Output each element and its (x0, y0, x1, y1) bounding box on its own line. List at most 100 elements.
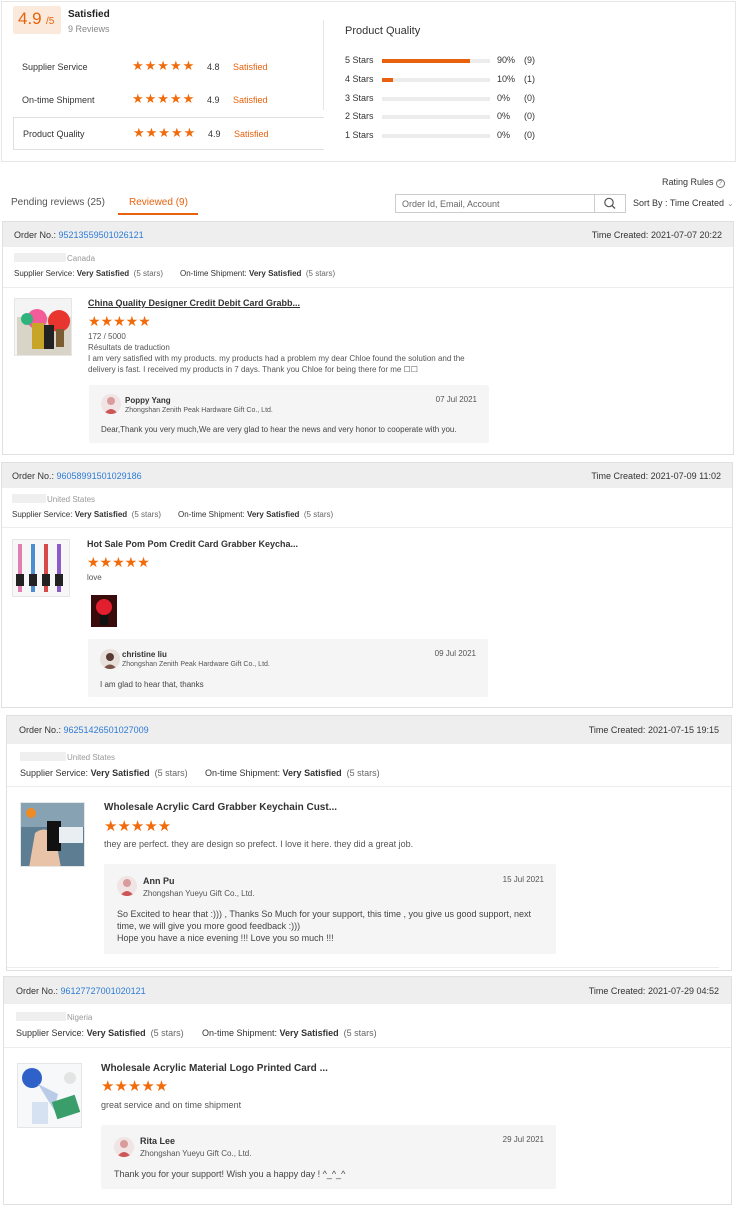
criteria-label: On-time Shipment (22, 95, 95, 105)
avatar (117, 876, 137, 896)
review-photo-image (91, 595, 117, 627)
distribution-percent: 0% (497, 130, 511, 140)
time-created-label: Time Created: (591, 230, 649, 240)
tab-reviewed[interactable]: Reviewed (9) (129, 197, 188, 208)
ontime-shipment-stars: (5 stars) (305, 269, 336, 278)
reply-author-name: Ann Pu (143, 876, 175, 886)
help-icon[interactable]: ? (715, 179, 725, 188)
order-number: Order No.: 96251426501027009 (19, 725, 149, 735)
distribution-row-2: 2 Stars 0% (0) (345, 110, 545, 124)
five-star-rating-icon: ★★★★★ (132, 58, 196, 73)
product-thumbnail[interactable] (14, 298, 72, 356)
time-created-value: 2021-07-29 04:52 (647, 986, 719, 996)
product-image (18, 1064, 81, 1127)
supplier-service-stars: (5 stars) (131, 510, 161, 519)
order-number: Order No.: 96058991501029186 (12, 471, 142, 481)
buyer-country: United States (47, 495, 96, 504)
product-thumbnail[interactable] (20, 802, 85, 867)
order-number-link[interactable]: 96058991501029186 (57, 471, 142, 481)
product-title-link[interactable]: Hot Sale Pom Pom Credit Card Grabber Key… (87, 539, 298, 549)
review-text: I am very satisfied with my products. my… (88, 354, 465, 374)
supplier-service-label: Supplier Service: (20, 768, 89, 778)
buyer-name-masked (16, 1012, 66, 1021)
criteria-status: Satisfied (234, 129, 269, 139)
order-number-label: Order No.: (19, 725, 62, 735)
distribution-percent: 10% (497, 74, 516, 84)
time-created: Time Created: 2021-07-09 11:02 (591, 471, 721, 481)
rating-rules-link[interactable]: Rating Rules? (662, 177, 725, 188)
supplier-service-value: Very Satisfied (90, 768, 150, 778)
ontime-shipment-rating: On-time Shipment: Very Satisfied (5 star… (178, 510, 333, 519)
supplier-reply: Rita Lee Zhongshan Yueyu Gift Co., Ltd. … (101, 1125, 556, 1189)
criteria-row-ontime-shipment[interactable]: On-time Shipment ★★★★★ 4.9 Satisfied (13, 84, 324, 117)
distribution-count: (0) (524, 111, 535, 121)
five-star-rating-icon: ★★★★★ (101, 1078, 169, 1095)
order-number-link[interactable]: 96251426501027009 (64, 725, 149, 735)
supplier-service-rating: Supplier Service: Very Satisfied (5 star… (16, 1028, 184, 1038)
five-star-rating-icon: ★★★★★ (132, 91, 196, 106)
supplier-service-stars: (5 stars) (150, 1028, 184, 1038)
reply-text: Dear,Thank you very much,We are very gla… (101, 425, 457, 434)
criteria-row-product-quality[interactable]: Product Quality ★★★★★ 4.9 Satisfied (13, 117, 324, 150)
reply-company: Zhongshan Zenith Peak Hardware Gift Co.,… (122, 661, 270, 668)
reply-text: So Excited to hear that :))) , Thanks So… (117, 909, 532, 943)
review-text: they are perfect. they are design so pre… (104, 839, 414, 849)
overall-score-badge: 4.9 /5 (13, 6, 61, 34)
criteria-score: 4.8 (207, 62, 220, 72)
product-image (15, 299, 71, 355)
ontime-shipment-label: On-time Shipment: (180, 269, 247, 278)
ontime-shipment-label: On-time Shipment: (205, 768, 281, 778)
reply-company: Zhongshan Yueyu Gift Co., Ltd. (143, 889, 255, 898)
search-button[interactable] (595, 194, 626, 213)
criteria-label: Supplier Service (22, 62, 88, 72)
ontime-shipment-label: On-time Shipment: (202, 1028, 278, 1038)
review-text: great service and on time shipment (101, 1100, 242, 1110)
ontime-shipment-label: On-time Shipment: (178, 510, 245, 519)
time-created-value: 2021-07-09 11:02 (650, 471, 721, 481)
ontime-shipment-rating: On-time Shipment: Very Satisfied (5 star… (205, 768, 380, 778)
ontime-shipment-value: Very Satisfied (282, 768, 342, 778)
review-card: Order No.: 95213559501026121 Time Create… (2, 221, 734, 455)
product-image (13, 540, 69, 596)
sort-by-dropdown[interactable]: Sort By : Time Created ⌄ (633, 198, 734, 208)
search-input[interactable] (396, 195, 595, 212)
review-card: Order No.: 96251426501027009 Time Create… (6, 715, 732, 971)
distribution-row-1: 1 Stars 0% (0) (345, 129, 545, 143)
supplier-reply: christine liu Zhongshan Zenith Peak Hard… (88, 639, 488, 697)
criteria-row-supplier-service[interactable]: Supplier Service ★★★★★ 4.8 Satisfied (13, 51, 324, 84)
review-text: love (87, 573, 102, 582)
divider (2, 527, 732, 528)
distribution-label: 3 Stars (345, 93, 374, 103)
product-thumbnail[interactable] (12, 539, 70, 597)
supplier-service-value: Very Satisfied (86, 1028, 146, 1038)
buyer-country: Nigeria (67, 1013, 93, 1022)
distribution-count: (0) (524, 93, 535, 103)
product-title-link[interactable]: Wholesale Acrylic Card Grabber Keychain … (104, 802, 337, 813)
reply-author-name: christine liu (122, 650, 167, 659)
product-title-link[interactable]: China Quality Designer Credit Debit Card… (88, 298, 300, 308)
supplier-reply: Poppy Yang Zhongshan Zenith Peak Hardwar… (89, 385, 489, 443)
reply-text: Thank you for your support! Wish you a h… (114, 1169, 346, 1179)
distribution-bar-fill (382, 78, 393, 82)
reply-author-name: Poppy Yang (125, 396, 171, 405)
review-translation-label: Résultats de traduction (88, 343, 170, 352)
overall-status: Satisfied (68, 9, 110, 20)
ontime-shipment-rating: On-time Shipment: Very Satisfied (5 star… (202, 1028, 377, 1038)
ontime-shipment-stars: (5 stars) (343, 1028, 377, 1038)
distribution-percent: 0% (497, 93, 511, 103)
order-number-link[interactable]: 96127727001020121 (61, 986, 146, 996)
supplier-service-rating: Supplier Service: Very Satisfied (5 star… (20, 768, 188, 778)
review-photo[interactable] (91, 595, 117, 627)
product-thumbnail[interactable] (17, 1063, 82, 1128)
order-number-link[interactable]: 95213559501026121 (59, 230, 144, 240)
five-star-rating-icon: ★★★★★ (104, 818, 172, 835)
search-box (395, 194, 595, 213)
divider (7, 786, 731, 787)
tab-pending-reviews[interactable]: Pending reviews (25) (11, 197, 105, 208)
distribution-bar (382, 115, 490, 119)
distribution-row-3: 3 Stars 0% (0) (345, 92, 545, 106)
divider (3, 287, 733, 288)
criteria-label: Product Quality (23, 129, 85, 139)
five-star-rating-icon: ★★★★★ (88, 313, 151, 329)
product-title-link[interactable]: Wholesale Acrylic Material Logo Printed … (101, 1063, 328, 1074)
